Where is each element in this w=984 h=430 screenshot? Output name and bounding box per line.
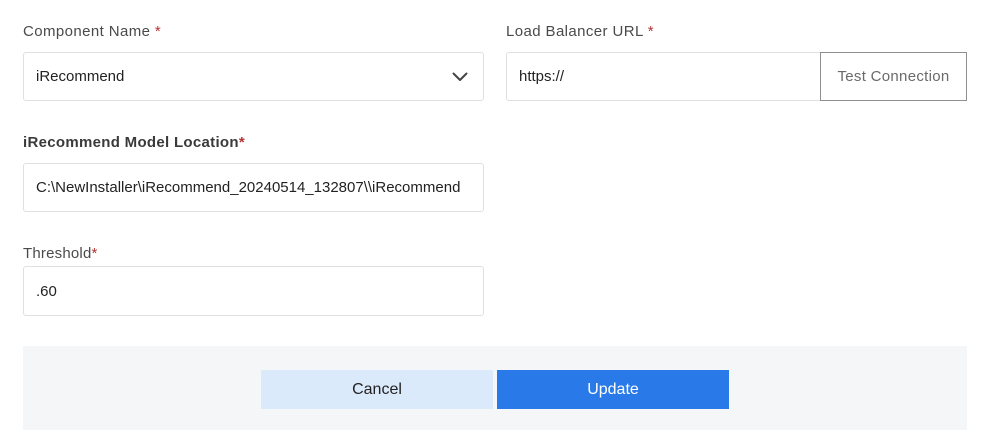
required-mark: * [647, 23, 654, 40]
load-balancer-url-value: https:// [519, 68, 565, 85]
threshold-label-text: Threshold [23, 245, 92, 262]
component-name-value: iRecommend [36, 68, 125, 85]
model-location-label: iRecommend Model Location* [23, 134, 245, 151]
load-balancer-url-label-text: Load Balancer URL [506, 23, 644, 40]
load-balancer-url-input[interactable]: https:// [506, 52, 821, 101]
chevron-down-icon[interactable] [449, 66, 471, 88]
model-location-input[interactable]: C:\NewInstaller\iRecommend_20240514_1328… [23, 163, 484, 212]
required-mark: * [238, 134, 245, 151]
model-location-value: C:\NewInstaller\iRecommend_20240514_1328… [36, 179, 461, 196]
load-balancer-url-label: Load Balancer URL * [506, 23, 654, 40]
required-mark: * [154, 23, 162, 40]
test-connection-button[interactable]: Test Connection [820, 52, 967, 101]
required-mark: * [91, 245, 98, 262]
component-name-select[interactable]: iRecommend [23, 52, 484, 101]
threshold-value: .60 [36, 282, 57, 300]
threshold-input[interactable]: .60 [23, 266, 484, 316]
threshold-label: Threshold* [23, 245, 98, 262]
form-footer [23, 346, 967, 430]
component-name-label-text: Component Name [23, 23, 151, 40]
update-button[interactable]: Update [497, 370, 729, 409]
cancel-button[interactable]: Cancel [261, 370, 493, 409]
component-name-label: Component Name * [23, 23, 161, 40]
model-location-label-text: iRecommend Model Location [23, 134, 239, 151]
